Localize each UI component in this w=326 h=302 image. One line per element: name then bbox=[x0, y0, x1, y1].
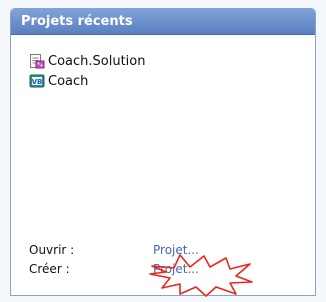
recent-projects-list: Coach.Solution VB Coach bbox=[29, 51, 145, 91]
recent-project-label: Coach.Solution bbox=[48, 53, 146, 69]
svg-text:VB: VB bbox=[32, 78, 43, 86]
highlight-burst-marker bbox=[149, 254, 253, 297]
solution-file-icon bbox=[29, 53, 45, 69]
create-label: Créer : bbox=[29, 261, 70, 276]
recent-project-coach[interactable]: VB Coach bbox=[29, 71, 145, 91]
recent-project-coach-solution[interactable]: Coach.Solution bbox=[29, 51, 145, 71]
recent-project-label: Coach bbox=[48, 73, 89, 89]
vb-project-icon: VB bbox=[29, 73, 45, 89]
panel-title: Projets récents bbox=[11, 9, 315, 35]
open-label: Ouvrir : bbox=[29, 242, 75, 257]
